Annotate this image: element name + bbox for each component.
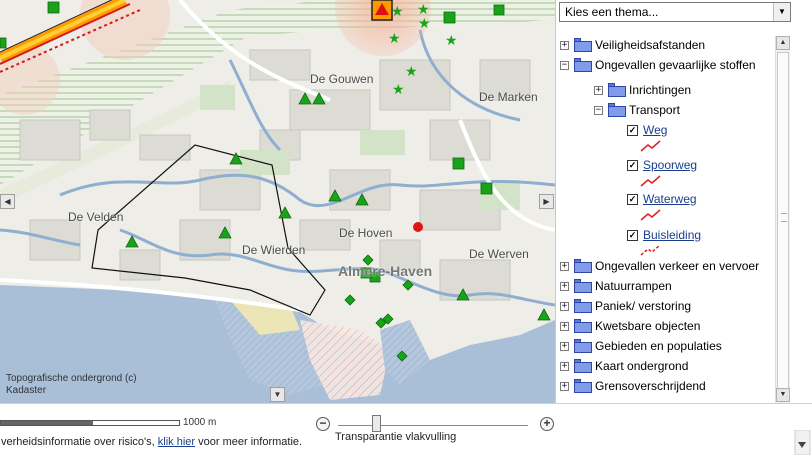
risk-map[interactable]: ★ ★ ★ ★ ★ ★ ★ De Gouwen De Marken De Vel… — [0, 0, 555, 403]
tree-item-inrichtingen[interactable]: + Inrichtingen — [594, 81, 691, 99]
layer-waterweg[interactable]: ✓ Waterweg — [627, 190, 697, 208]
map-canvas[interactable]: ★ ★ ★ ★ ★ ★ ★ — [0, 0, 555, 403]
scrollbar-thumb[interactable] — [777, 52, 789, 390]
legend-spoorweg-icon — [640, 175, 661, 187]
expand-icon[interactable]: + — [560, 40, 569, 50]
folder-open-icon — [608, 103, 626, 117]
scale-bar — [0, 420, 180, 426]
chevron-down-icon[interactable]: ▼ — [773, 3, 790, 21]
zoom-out-button[interactable]: − — [316, 417, 330, 431]
tree-item-ongevallen-verkeer[interactable]: + Ongevallen verkeer en vervoer — [560, 257, 759, 275]
expand-icon[interactable]: + — [594, 85, 603, 95]
pan-down-button[interactable]: ▼ — [270, 387, 285, 402]
transparency-slider-thumb[interactable] — [372, 415, 381, 432]
transparency-label: Transparantie vlakvulling — [335, 431, 457, 443]
expand-icon[interactable]: + — [560, 381, 569, 391]
place-label-town: Almere-Haven — [338, 263, 433, 279]
theme-select-value: Kies een thema... — [565, 5, 659, 19]
collapse-icon[interactable]: − — [594, 105, 603, 115]
map-attribution: Topografische ondergrond (c) Kadaster — [6, 373, 137, 396]
layer-weg[interactable]: ✓ Weg — [627, 121, 667, 139]
folder-icon — [574, 279, 592, 293]
place-label: De Velden — [68, 210, 124, 224]
incident-marker — [413, 222, 423, 232]
svg-text:★: ★ — [392, 82, 405, 98]
svg-text:★: ★ — [418, 16, 431, 32]
tree-item-label: Transport — [629, 103, 680, 117]
tree-item-gebieden[interactable]: + Gebieden en populaties — [560, 337, 722, 355]
layer-buisleiding-checkbox[interactable]: ✓ — [627, 229, 638, 241]
bottom-bar: 1000 m − + Transparantie vlakvulling ver… — [0, 403, 812, 455]
tree-item-kaart-ondergrond[interactable]: + Kaart ondergrond — [560, 357, 688, 375]
tree-item-label: Natuurrampen — [595, 279, 672, 293]
folder-icon — [574, 379, 592, 393]
folder-icon — [608, 83, 626, 97]
pan-left-button[interactable]: ◀ — [0, 194, 15, 209]
folder-icon — [574, 259, 592, 273]
folder-open-icon — [574, 58, 592, 72]
transparency-slider-track[interactable] — [338, 425, 528, 426]
expand-icon[interactable]: + — [560, 301, 569, 311]
tree-item-label: Ongevallen verkeer en vervoer — [595, 259, 760, 273]
tree-item-label: Gebieden en populaties — [595, 339, 722, 353]
tree-item-label: Inrichtingen — [629, 83, 692, 97]
layer-spoorweg-checkbox[interactable]: ✓ — [627, 159, 638, 171]
scroll-up-icon[interactable]: ▲ — [776, 36, 790, 50]
expand-icon[interactable]: + — [560, 321, 569, 331]
place-label: De Gouwen — [310, 72, 374, 86]
svg-text:★: ★ — [391, 4, 404, 20]
tree-item-label: Veiligheidsafstanden — [595, 38, 706, 52]
layer-waterweg-link[interactable]: Waterweg — [643, 192, 697, 206]
folder-icon — [574, 359, 592, 373]
folder-icon — [574, 339, 592, 353]
pan-right-button[interactable]: ▶ — [539, 194, 554, 209]
theme-select[interactable]: Kies een thema... ▼ — [559, 2, 791, 22]
footer-info: verheidsinformatie over risico's, klik h… — [1, 436, 303, 448]
tree-item-ongevallen-gevaarlijke-stoffen[interactable]: − Ongevallen gevaarlijke stoffen — [560, 56, 756, 74]
svg-text:★: ★ — [445, 33, 458, 49]
scale-label: 1000 m — [183, 417, 217, 428]
layer-waterweg-checkbox[interactable]: ✓ — [627, 193, 638, 205]
legend-buisleiding-icon — [640, 244, 661, 256]
place-label: De Wierden — [242, 243, 306, 257]
tree-item-transport[interactable]: − Transport — [594, 101, 680, 119]
tree-item-natuurrampen[interactable]: + Natuurrampen — [560, 277, 672, 295]
expand-icon[interactable]: + — [560, 261, 569, 271]
tree-item-veiligheidsafstanden[interactable]: + Veiligheidsafstanden — [560, 36, 705, 54]
layer-panel: Kies een thema... ▼ + Veiligheidsafstand… — [555, 0, 812, 403]
tree-item-paniek[interactable]: + Paniek/ verstoring — [560, 297, 691, 315]
tree-item-label: Kwetsbare objecten — [595, 319, 701, 333]
collapse-icon[interactable]: − — [560, 60, 569, 70]
folder-icon — [574, 299, 592, 313]
scroll-down-icon[interactable]: ▼ — [776, 388, 790, 402]
tree-item-label: Ongevallen gevaarlijke stoffen — [595, 58, 756, 72]
layer-panel-scrollbar[interactable]: ▲ ▼ — [775, 36, 790, 403]
expand-icon[interactable]: + — [560, 361, 569, 371]
svg-text:★: ★ — [405, 64, 418, 80]
place-label: De Hoven — [339, 226, 393, 240]
svg-text:★: ★ — [388, 31, 401, 47]
expand-icon[interactable]: + — [560, 281, 569, 291]
folder-icon — [574, 38, 592, 52]
layer-spoorweg[interactable]: ✓ Spoorweg — [627, 156, 697, 174]
folder-icon — [574, 319, 592, 333]
layer-buisleiding[interactable]: ✓ Buisleiding — [627, 226, 701, 244]
more-info-link[interactable]: klik hier — [158, 436, 195, 448]
tree-item-kwetsbare-objecten[interactable]: + Kwetsbare objecten — [560, 317, 700, 335]
place-label: De Werven — [469, 247, 529, 261]
tree-item-label: Grensoverschrijdend — [595, 379, 706, 393]
layer-buisleiding-link[interactable]: Buisleiding — [643, 228, 701, 242]
legend-waterweg-icon — [640, 209, 661, 221]
window-scrollbar-corner[interactable] — [793, 430, 812, 455]
layer-weg-link[interactable]: Weg — [643, 123, 667, 137]
layer-spoorweg-link[interactable]: Spoorweg — [643, 158, 697, 172]
tree-item-label: Kaart ondergrond — [595, 359, 689, 373]
layer-weg-checkbox[interactable]: ✓ — [627, 124, 638, 136]
place-label: De Marken — [479, 90, 538, 104]
tree-item-label: Paniek/ verstoring — [595, 299, 692, 313]
zoom-in-button[interactable]: + — [540, 417, 554, 431]
tree-item-grensoverschrijdend[interactable]: + Grensoverschrijdend — [560, 377, 706, 395]
expand-icon[interactable]: + — [560, 341, 569, 351]
legend-weg-icon — [640, 140, 661, 152]
